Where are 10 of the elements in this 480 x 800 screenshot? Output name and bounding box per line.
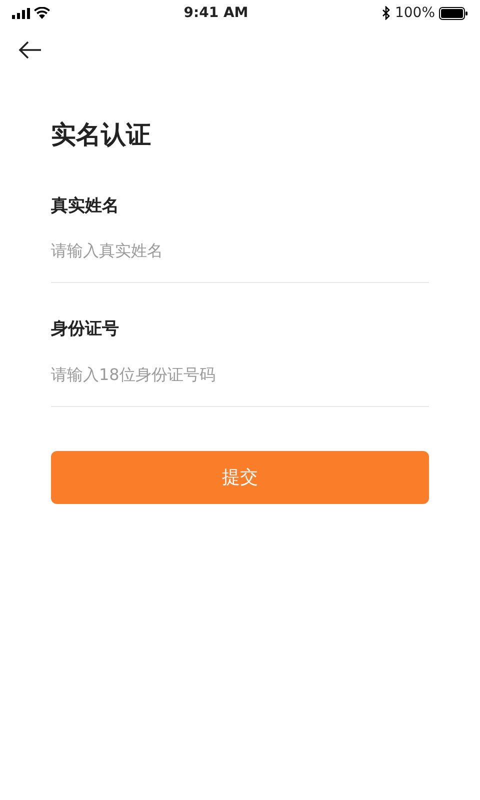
field-label: 真实姓名: [51, 194, 119, 218]
battery-percent: 100%: [394, 4, 435, 22]
wifi-icon: [34, 7, 50, 19]
submit-button[interactable]: 提交: [51, 450, 429, 504]
signal-icon: [12, 8, 30, 18]
status-time: 9:41 AM: [184, 4, 248, 22]
page-title: 实名认证: [51, 119, 152, 151]
field-label: 身份证号: [51, 318, 119, 341]
battery-icon: [439, 6, 468, 20]
bluetooth-icon: [382, 6, 391, 20]
